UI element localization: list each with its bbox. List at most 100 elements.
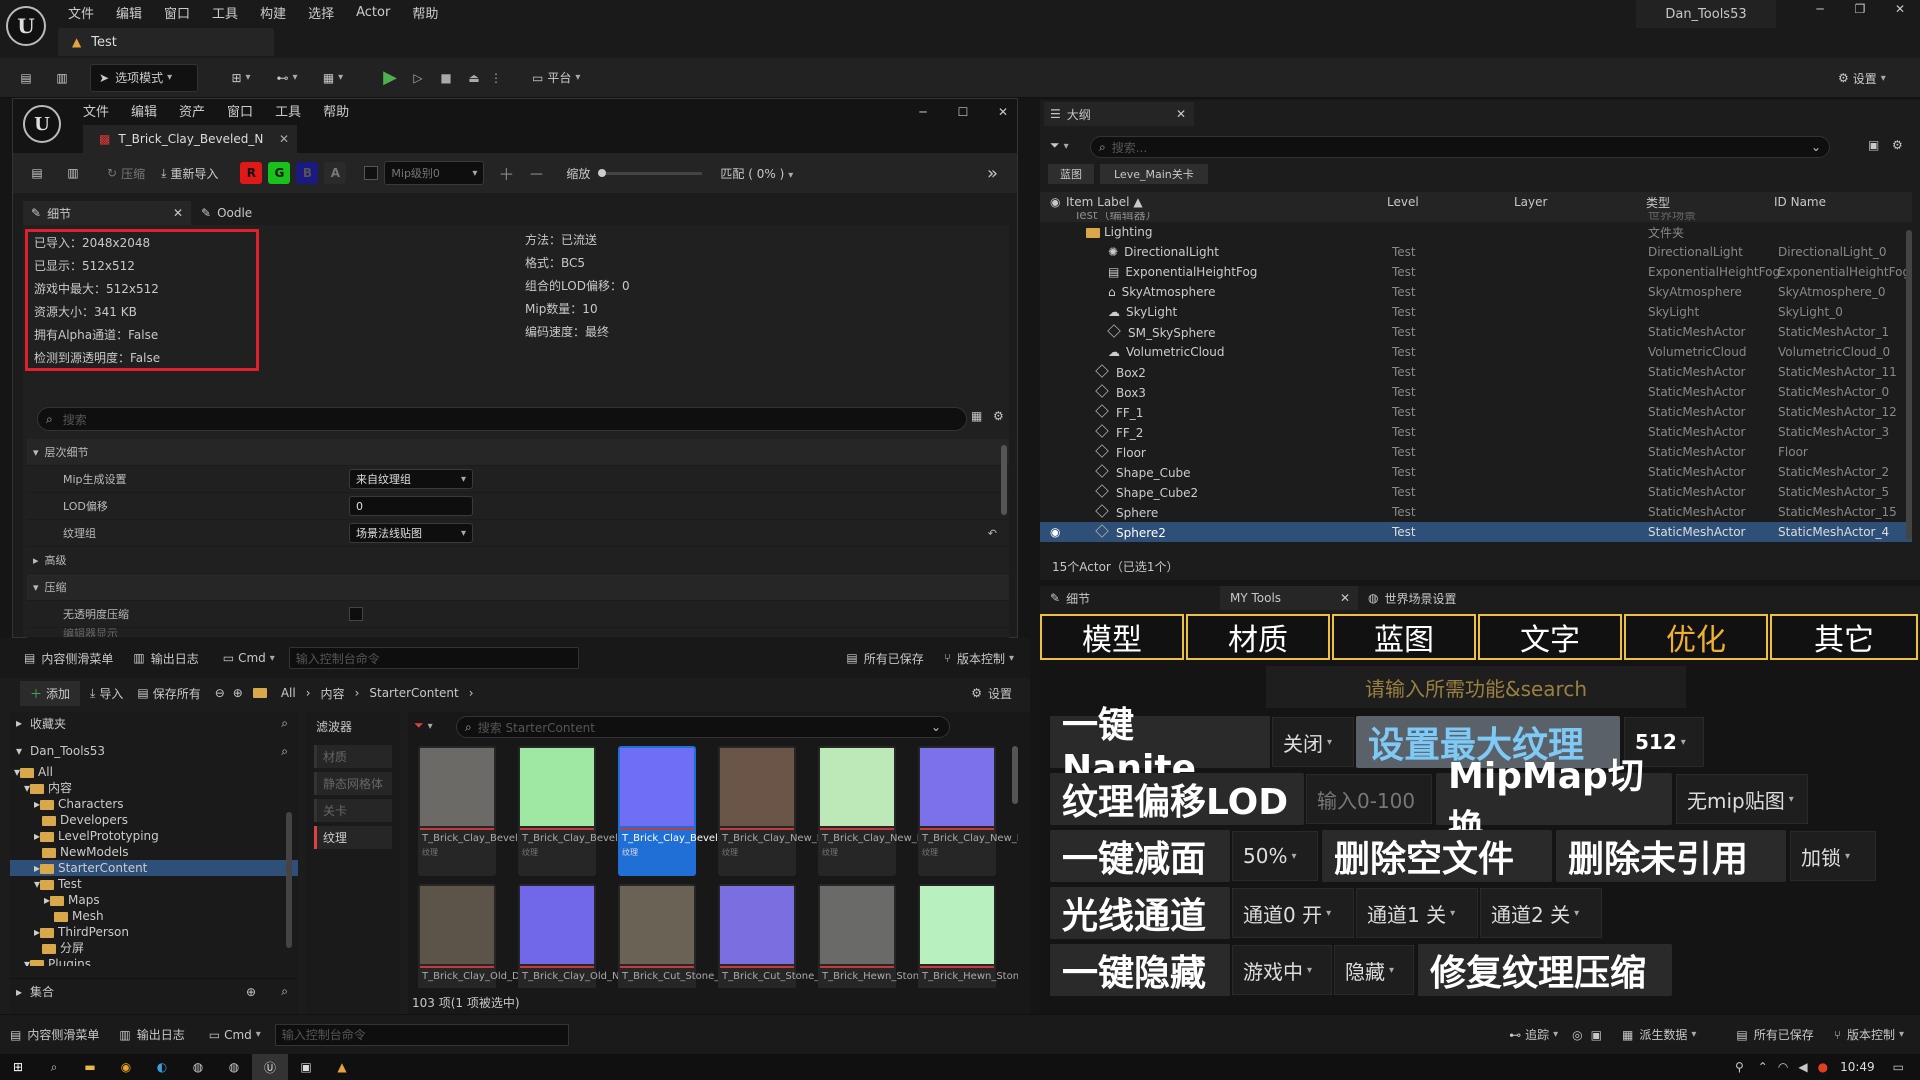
app-icon[interactable]: ▣	[288, 1060, 324, 1074]
tab-world-settings[interactable]: ◍ 世界场景设置	[1358, 590, 1457, 607]
eject-icon[interactable]: ⏏	[460, 71, 488, 85]
console-input[interactable]: 输入控制台命令	[274, 1023, 569, 1046]
plus-icon[interactable]: ＋	[494, 161, 518, 185]
zoom-slider-handle[interactable]	[598, 168, 607, 177]
delete-unreferenced-button[interactable]: 删除未引用	[1556, 830, 1786, 882]
col-id-name[interactable]: ID Name	[1774, 195, 1826, 209]
table-row[interactable]: Lighting 文件夹	[1040, 222, 1912, 242]
close-icon[interactable]: ✕	[279, 132, 289, 146]
tree-item[interactable]: ▸ ThirdPerson	[10, 924, 298, 940]
asset-tile[interactable]: T_Brick_Clay_Old_D	[418, 884, 520, 988]
save-all-button[interactable]: ▤ 保存所有	[137, 685, 200, 702]
add-button[interactable]: ＋添加	[20, 680, 81, 706]
asset-tile[interactable]: T_Brick_Cut_Stone_D	[618, 884, 727, 988]
reset-icon[interactable]: ↶	[988, 527, 997, 540]
asset-tile[interactable]: T_Brick_Hewn_Stone_M	[918, 884, 1018, 988]
browse-icon[interactable]: ▥	[55, 166, 91, 180]
tree-item[interactable]: ▸ Maps	[10, 892, 298, 908]
tree-item[interactable]: ▾ All	[10, 764, 298, 780]
table-row[interactable]: Shape_Cube2 Test StaticMeshActor StaticMesh…	[1040, 482, 1912, 502]
asset-tile[interactable]: T_Brick_Clay_Beveled_N 纹理	[618, 746, 743, 876]
console-input[interactable]: 输入控制台命令	[288, 647, 579, 669]
collections-header[interactable]: ▸ 集合 ⌕ ⊕	[10, 978, 298, 1004]
table-row[interactable]: ▤ ExponentialHeightFog Test ExponentialHeig…	[1040, 262, 1912, 282]
outliner-scrollbar[interactable]	[1906, 230, 1912, 540]
compress-button[interactable]: ↻ 压缩	[99, 159, 153, 187]
tree-item[interactable]: ▸ LevelPrototyping	[10, 828, 298, 844]
platform-button[interactable]: ▭ 平台	[524, 64, 588, 92]
play-icon[interactable]: ▶	[376, 67, 404, 88]
table-row[interactable]: FF_1 Test StaticMeshActor StaticMeshActor_1…	[1040, 402, 1912, 422]
channel-g-toggle[interactable]: G	[268, 162, 291, 184]
channel2-select[interactable]: 通道2 关	[1480, 888, 1602, 938]
section-advanced[interactable]: ▸ 高级	[27, 547, 1009, 574]
table-row[interactable]: ✺ DirectionalLight Test DirectionalLight Dir…	[1040, 242, 1912, 262]
chevron-down-icon[interactable]: ⌄	[931, 720, 941, 734]
minimize-icon[interactable]: ─	[903, 105, 943, 119]
hide-when-select[interactable]: 游戏中	[1232, 945, 1332, 995]
table-row[interactable]: Shape_Cube Test StaticMeshActor StaticMeshA…	[1040, 462, 1912, 482]
crumb-content[interactable]: 内容	[321, 685, 345, 702]
blueprint-icon[interactable]: ⊷	[264, 71, 310, 85]
close-icon[interactable]: ✕	[173, 206, 183, 220]
table-row[interactable]: Box2 Test StaticMeshActor StaticMeshActor_1…	[1040, 362, 1912, 382]
tree-item[interactable]: ▸ Characters	[10, 796, 298, 812]
unreal-logo[interactable]: U	[6, 6, 46, 46]
tray-arrow-icon[interactable]: ⌃	[1758, 1060, 1768, 1074]
cat-text-button[interactable]: 文字	[1478, 614, 1622, 660]
col-level[interactable]: Level	[1387, 195, 1419, 209]
cmd-select[interactable]: ▭ Cmd	[223, 651, 275, 665]
settings-button[interactable]: ⚙ 设置	[1830, 64, 1894, 92]
outliner-tab[interactable]: ☰ 大纲 ✕	[1044, 102, 1194, 126]
filter-material[interactable]: 材质	[314, 745, 392, 768]
search-icon[interactable]: ⌕	[281, 744, 288, 759]
no-alpha-checkbox[interactable]	[349, 607, 363, 621]
steam-icon[interactable]: ◍	[180, 1060, 216, 1074]
outliner-search[interactable]: ⌕ 搜索... ⌄	[1090, 136, 1830, 158]
tab-my-tools[interactable]: MY Tools ✕	[1220, 586, 1358, 610]
details-tab[interactable]: ✎ 细节 ✕	[23, 201, 191, 225]
derived-data-button[interactable]: ▦ 派生数据	[1622, 1026, 1696, 1043]
crumb-starter[interactable]: StarterContent	[369, 686, 458, 700]
file-explorer-icon[interactable]: ▬	[72, 1060, 108, 1074]
table-row[interactable]: Floor Test StaticMeshActor Floor	[1040, 442, 1912, 462]
tools-search-input[interactable]: 请输入所需功能&search	[1266, 666, 1686, 708]
details-scrollbar[interactable]	[1001, 445, 1007, 515]
tab-details[interactable]: ✎ 细节	[1040, 590, 1220, 607]
level-tab[interactable]: ▲ Test	[58, 28, 274, 56]
table-row[interactable]: ☁ SkyLight Test SkyLight SkyLight_0	[1040, 302, 1912, 322]
reduce-select[interactable]: 50%	[1232, 831, 1318, 881]
camera-icon[interactable]: ▣	[1591, 1028, 1602, 1042]
menu-actor[interactable]: Actor	[356, 5, 390, 20]
channel-r-toggle[interactable]: R	[240, 162, 263, 184]
channel-a-toggle[interactable]: A	[324, 162, 347, 184]
tree-item[interactable]: 分屏	[10, 940, 298, 956]
cat-optimize-button[interactable]: 优化	[1624, 614, 1768, 660]
step-icon[interactable]: ▷	[404, 71, 432, 85]
cmd-select[interactable]: ▭ Cmd	[209, 1028, 261, 1042]
lock-select[interactable]: 加锁	[1790, 831, 1876, 881]
reimport-button[interactable]: ⤓ 重新导入	[153, 159, 226, 187]
section-compression[interactable]: ▾ 压缩	[27, 574, 1009, 601]
channel1-select[interactable]: 通道1 关	[1356, 888, 1478, 938]
browse-icon[interactable]: ▥	[44, 71, 80, 85]
tex-menu-asset[interactable]: 资产	[179, 101, 205, 120]
channel0-select[interactable]: 通道0 开	[1232, 888, 1354, 938]
windows-start-icon[interactable]: ⊞	[0, 1060, 36, 1074]
col-layer[interactable]: Layer	[1514, 195, 1547, 209]
hide-mode-select[interactable]: 隐藏	[1334, 945, 1414, 995]
asset-search[interactable]: ⌕ 搜索 StarterContent ⌄	[456, 716, 950, 738]
all-saved-button[interactable]: ▤ 所有已保存	[846, 650, 923, 667]
light-channel-button[interactable]: 光线通道	[1050, 887, 1230, 939]
eye-icon[interactable]: ◉	[1050, 525, 1060, 539]
tex-menu-edit[interactable]: 编辑	[131, 101, 157, 120]
fix-compression-button[interactable]: 修复纹理压缩	[1418, 944, 1672, 996]
new-folder-icon[interactable]: ▣	[1868, 138, 1879, 152]
mode-select[interactable]: ➤ 选项模式	[90, 63, 198, 92]
filter-texture[interactable]: 纹理	[314, 826, 392, 849]
search-icon[interactable]: ⌕	[281, 984, 288, 999]
eye-icon[interactable]: ◉	[1050, 195, 1060, 209]
all-saved-button[interactable]: ▤ 所有已保存	[1736, 1026, 1813, 1043]
menu-tools[interactable]: 工具	[212, 3, 238, 22]
table-view-icon[interactable]: ▦	[971, 409, 982, 423]
